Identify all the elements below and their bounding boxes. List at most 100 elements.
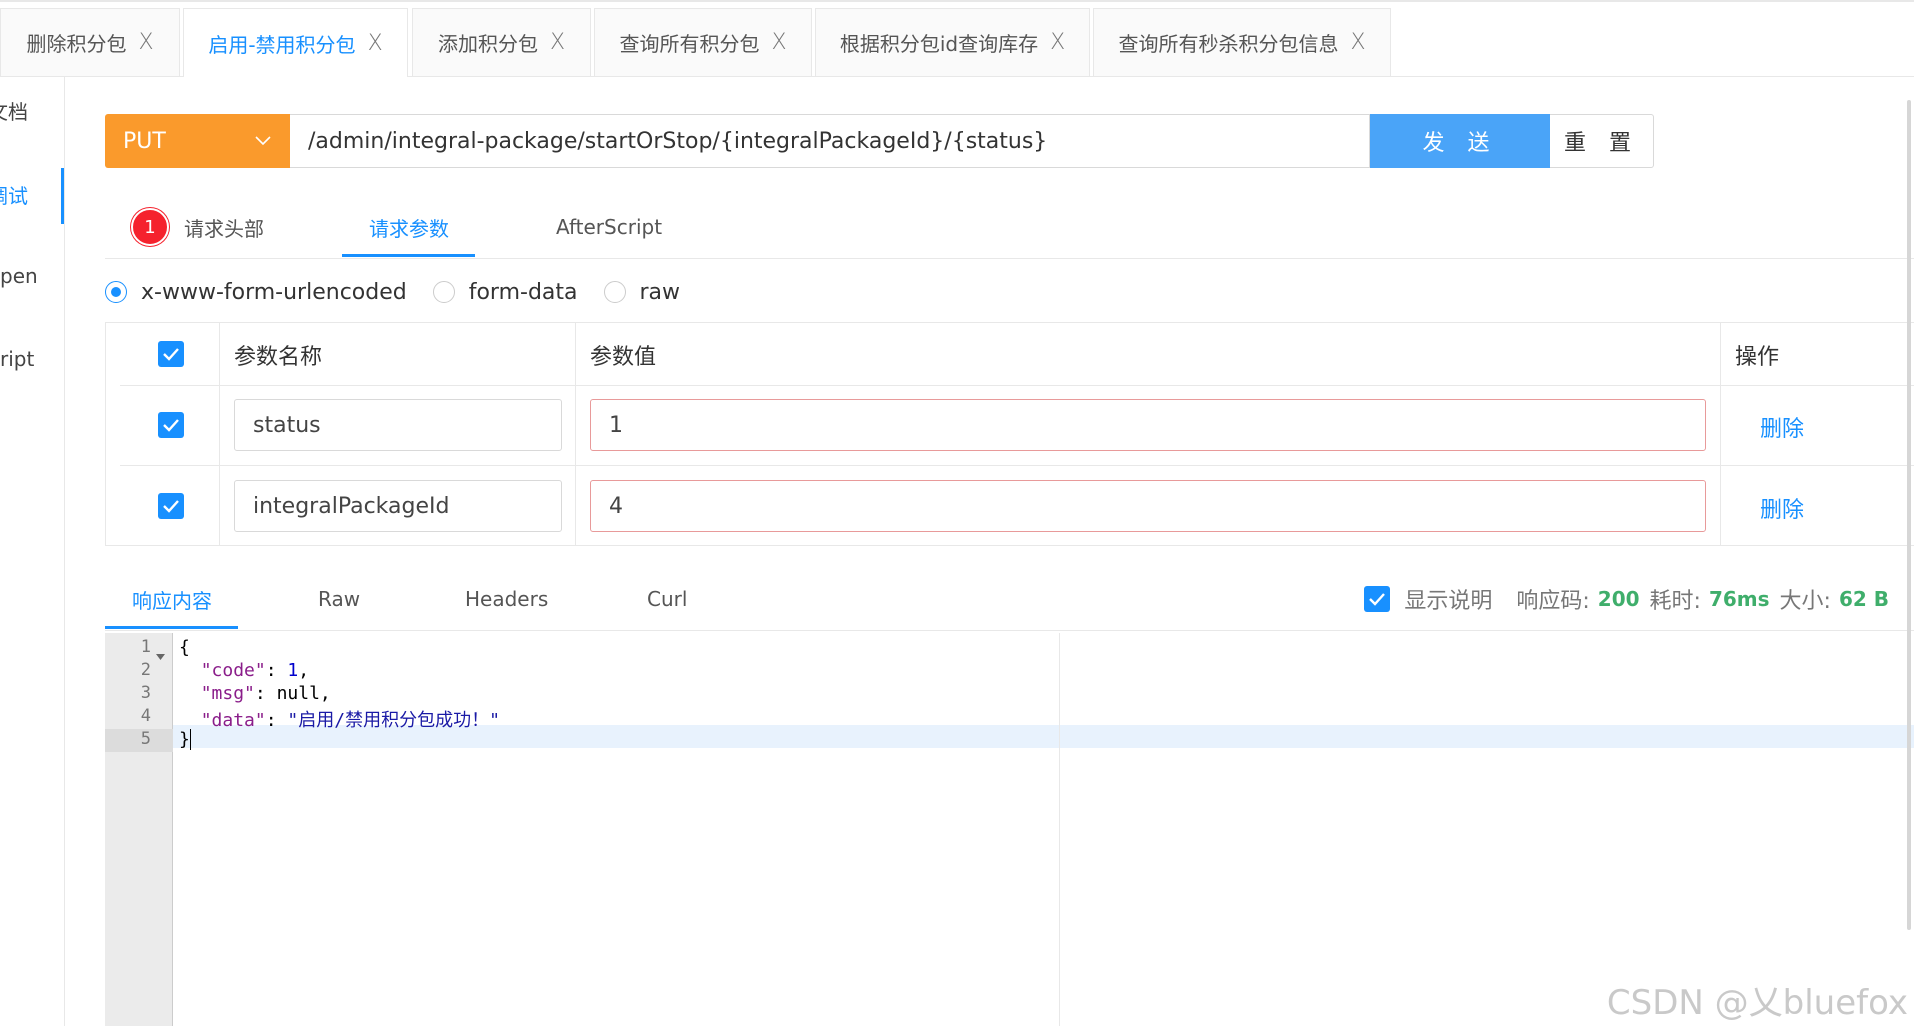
- check-icon: [163, 419, 179, 432]
- row-checkbox[interactable]: [158, 493, 184, 519]
- tab-label: 请求头部: [184, 216, 264, 241]
- row-divider: [120, 385, 1914, 386]
- radio-x-www-form-urlencoded[interactable]: x-www-form-urlencoded: [105, 280, 407, 305]
- tab-query-all-packages[interactable]: 查询所有积分包 X: [594, 8, 812, 76]
- line-number: 1: [105, 637, 173, 660]
- delete-row-link[interactable]: 删除: [1760, 492, 1804, 524]
- tab-label: 删除积分包: [26, 32, 127, 56]
- close-icon[interactable]: X: [1350, 30, 1365, 55]
- show-description-label: 显示说明: [1404, 589, 1493, 614]
- method-value: PUT: [123, 128, 166, 154]
- line-number-gutter: 1 2 3 4 5: [105, 633, 173, 1026]
- radio-label: raw: [639, 279, 681, 305]
- page-scrollbar[interactable]: [1907, 100, 1911, 930]
- close-icon[interactable]: X: [138, 30, 153, 55]
- close-icon[interactable]: X: [550, 30, 565, 55]
- headers-count-badge: 1: [131, 208, 169, 246]
- tab-response-content[interactable]: 响应内容: [132, 568, 212, 630]
- close-icon[interactable]: X: [368, 31, 383, 56]
- line-number: 3: [140, 683, 151, 703]
- status-code: 200: [1597, 587, 1640, 611]
- sidebar-item-open[interactable]: pen: [0, 264, 38, 288]
- tab-enable-disable-package[interactable]: 启用-禁用积分包 X: [183, 8, 408, 77]
- tab-afterscript[interactable]: AfterScript: [556, 196, 662, 258]
- tab-label: 查询所有秒杀积分包信息: [1118, 32, 1339, 56]
- tab-label: 添加积分包: [437, 32, 538, 56]
- code-line: }: [179, 729, 191, 750]
- tab-query-seckill-packages[interactable]: 查询所有秒杀积分包信息 X: [1093, 8, 1391, 76]
- line-number: 5: [105, 729, 173, 752]
- code-line: "data": "启用/禁用积分包成功！": [200, 710, 500, 731]
- response-info: 显示说明 响应码: 200 耗时: 76ms 大小: 62 B: [1364, 568, 1889, 630]
- tab-query-stock-by-id[interactable]: 根据积分包id查询库存 X: [815, 8, 1090, 76]
- active-indicator: [61, 168, 64, 224]
- reset-button[interactable]: 重 置: [1550, 114, 1654, 168]
- method-select[interactable]: PUT: [105, 114, 290, 168]
- radio-unchecked-icon: [432, 281, 455, 303]
- tab-curl[interactable]: Curl: [647, 568, 687, 630]
- param-name-value: status: [253, 412, 321, 438]
- column-divider: [575, 323, 576, 545]
- radio-raw[interactable]: raw: [603, 279, 681, 305]
- close-icon[interactable]: X: [771, 30, 786, 55]
- sidebar-item-script[interactable]: ript: [0, 347, 34, 371]
- line-number: 4: [140, 706, 151, 726]
- request-subtabs: 1 请求头部 请求参数 AfterScript: [105, 196, 1914, 259]
- body-type-radio-group: x-www-form-urlencoded form-data raw: [105, 275, 706, 309]
- row-checkbox[interactable]: [158, 412, 184, 438]
- response-time: 76ms: [1708, 587, 1770, 611]
- tab-label: 根据积分包id查询库存: [839, 32, 1039, 56]
- tab-add-package[interactable]: 添加积分包 X: [412, 8, 591, 76]
- radio-checked-icon: [105, 281, 127, 303]
- show-description-checkbox[interactable]: [1364, 586, 1391, 612]
- tab-request-params[interactable]: 请求参数: [369, 196, 449, 258]
- radio-unchecked-icon: [603, 281, 626, 303]
- url-value: /admin/integral-package/startOrStop/{int…: [308, 128, 1048, 154]
- api-tab-bar: 删除积分包 X 启用-禁用积分包 X 添加积分包 X 查询所有积分包 X 根据积…: [0, 8, 1914, 77]
- header-param-name: 参数名称: [234, 345, 323, 370]
- status-label: 响应码:: [1516, 589, 1590, 614]
- sidebar-item-debug[interactable]: 调试: [0, 180, 28, 209]
- response-code-editor[interactable]: { "code": 1, "msg": null, "data": "启用/禁用…: [173, 633, 1914, 1026]
- header-action: 操作: [1735, 345, 1780, 370]
- check-icon: [1369, 593, 1386, 606]
- tab-label: 启用-禁用积分包: [208, 32, 356, 57]
- select-all-checkbox[interactable]: [158, 341, 184, 367]
- column-divider: [219, 323, 220, 545]
- param-value-input[interactable]: 1: [590, 399, 1706, 451]
- tab-label: 查询所有积分包: [619, 32, 760, 56]
- top-border: [0, 0, 1914, 2]
- response-size: 62 B: [1838, 587, 1889, 611]
- tab-request-headers[interactable]: 1 请求头部: [131, 196, 264, 258]
- radio-label: x-www-form-urlencoded: [141, 279, 407, 305]
- code-line: "code": 1,: [200, 660, 310, 681]
- column-divider: [1720, 323, 1721, 545]
- code-line: "msg": null,: [200, 683, 331, 704]
- send-button[interactable]: 发 送: [1370, 114, 1550, 168]
- tab-label: AfterScript: [556, 215, 663, 239]
- tab-delete-package[interactable]: 删除积分包 X: [0, 8, 180, 76]
- tab-headers[interactable]: Headers: [465, 568, 548, 630]
- param-name-input[interactable]: integralPackageId: [234, 480, 562, 532]
- param-value-value: 4: [609, 493, 623, 519]
- param-name-input[interactable]: status: [234, 399, 562, 451]
- close-icon[interactable]: X: [1050, 30, 1065, 55]
- url-input[interactable]: /admin/integral-package/startOrStop/{int…: [290, 114, 1370, 168]
- line-number: 2: [140, 660, 151, 680]
- sidebar-item-docs[interactable]: 文档: [0, 96, 28, 125]
- delete-row-link[interactable]: 删除: [1760, 411, 1804, 443]
- size-label: 大小:: [1779, 589, 1831, 614]
- tab-label: 请求参数: [369, 216, 449, 241]
- side-nav: 文档 调试 pen ript: [0, 76, 65, 1026]
- radio-form-data[interactable]: form-data: [432, 279, 578, 305]
- radio-label: form-data: [468, 279, 578, 305]
- active-tab-indicator: [105, 626, 238, 629]
- code-line: {: [179, 637, 190, 658]
- chevron-down-icon: [254, 130, 272, 156]
- header-param-value: 参数值: [590, 345, 657, 370]
- param-value-input[interactable]: 4: [590, 480, 1706, 532]
- param-value-value: 1: [609, 412, 623, 438]
- param-name-value: integralPackageId: [253, 493, 450, 519]
- tab-raw[interactable]: Raw: [318, 568, 360, 630]
- watermark: CSDN @乂bluefox: [1606, 983, 1908, 1023]
